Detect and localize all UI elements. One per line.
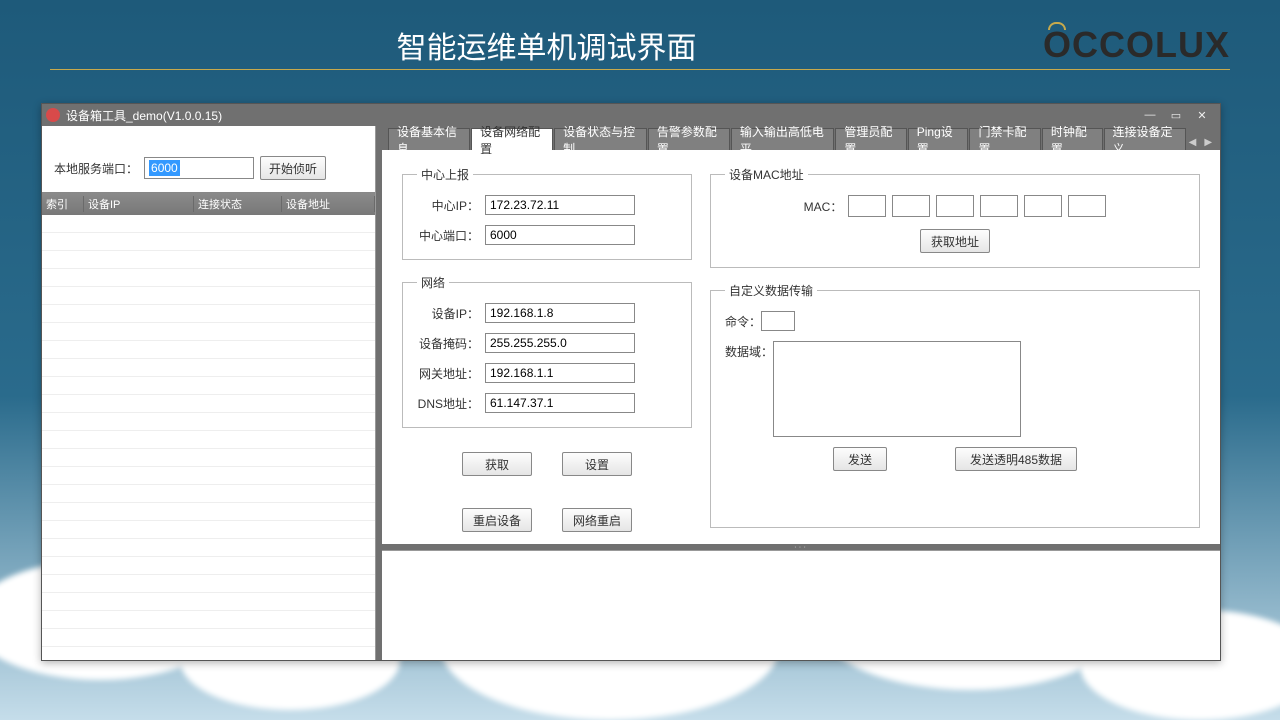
- gateway-label: 网关地址：: [417, 365, 485, 382]
- tab-ping-config[interactable]: Ping设置: [908, 128, 969, 150]
- mac-legend: 设备MAC地址: [725, 166, 808, 183]
- network-group: 网络 设备IP： 设备掩码： 网关地址：: [402, 274, 692, 428]
- mac-label: MAC：: [804, 198, 843, 215]
- tab-network-config[interactable]: 设备网络配置: [471, 128, 553, 150]
- port-label: 本地服务端口：: [54, 160, 138, 177]
- network-legend: 网络: [417, 274, 449, 291]
- titlebar[interactable]: 设备箱工具_demo(V1.0.0.15) — ▭ ✕: [42, 104, 1220, 126]
- app-icon: [46, 108, 60, 122]
- tab-connect-def[interactable]: 连接设备定义: [1104, 128, 1186, 150]
- tab-alarm-config[interactable]: 告警参数配置: [648, 128, 730, 150]
- reboot-network-button[interactable]: 网络重启: [562, 508, 632, 532]
- minimize-button[interactable]: —: [1142, 108, 1158, 122]
- mac-input-5[interactable]: [1024, 195, 1062, 217]
- tab-basic-info[interactable]: 设备基本信息: [388, 128, 470, 150]
- center-ip-input[interactable]: [485, 195, 635, 215]
- dns-label: DNS地址：: [417, 395, 485, 412]
- page-title: 智能运维单机调试界面: [50, 23, 1043, 67]
- tab-scroll-left-icon[interactable]: ◀: [1187, 135, 1199, 150]
- dns-input[interactable]: [485, 393, 635, 413]
- center-report-group: 中心上报 中心IP： 中心端口：: [402, 166, 692, 260]
- tab-clock-config[interactable]: 时钟配置: [1042, 128, 1103, 150]
- col-ip[interactable]: 设备IP: [84, 196, 194, 212]
- col-index[interactable]: 索引: [42, 196, 84, 212]
- device-ip-input[interactable]: [485, 303, 635, 323]
- grid-body[interactable]: [42, 215, 375, 655]
- custom-data-legend: 自定义数据传输: [725, 282, 817, 299]
- tab-status-control[interactable]: 设备状态与控制: [554, 128, 647, 150]
- mac-input-3[interactable]: [936, 195, 974, 217]
- center-ip-label: 中心IP：: [417, 197, 485, 214]
- send-button[interactable]: 发送: [833, 447, 887, 471]
- device-grid[interactable]: 索引 设备IP 连接状态 设备地址: [42, 192, 375, 655]
- horizontal-splitter[interactable]: [382, 544, 1220, 550]
- col-addr[interactable]: 设备地址: [282, 196, 375, 212]
- device-mask-label: 设备掩码：: [417, 335, 485, 352]
- get-mac-button[interactable]: 获取地址: [920, 229, 990, 253]
- send-485-button[interactable]: 发送透明485数据: [955, 447, 1077, 471]
- app-window: 设备箱工具_demo(V1.0.0.15) — ▭ ✕ 本地服务端口： 6000…: [41, 103, 1221, 661]
- device-ip-label: 设备IP：: [417, 305, 485, 322]
- close-button[interactable]: ✕: [1194, 108, 1210, 122]
- tab-door-card[interactable]: 门禁卡配置: [969, 128, 1040, 150]
- reboot-device-button[interactable]: 重启设备: [462, 508, 532, 532]
- get-button[interactable]: 获取: [462, 452, 532, 476]
- mac-input-2[interactable]: [892, 195, 930, 217]
- data-field-label: 数据域：: [725, 341, 773, 360]
- center-port-label: 中心端口：: [417, 227, 485, 244]
- gateway-input[interactable]: [485, 363, 635, 383]
- bottom-pane[interactable]: [382, 550, 1220, 660]
- cmd-label: 命令：: [725, 313, 761, 330]
- left-panel: 本地服务端口： 6000 开始侦听 索引 设备IP 连接状态 设备地址: [42, 126, 376, 660]
- center-report-legend: 中心上报: [417, 166, 473, 183]
- data-field-textarea[interactable]: [773, 341, 1021, 437]
- tab-io-level[interactable]: 输入输出高低电平: [731, 128, 834, 150]
- maximize-button[interactable]: ▭: [1168, 108, 1184, 122]
- set-button[interactable]: 设置: [562, 452, 632, 476]
- col-status[interactable]: 连接状态: [194, 196, 282, 212]
- mac-group: 设备MAC地址 MAC： 获取地址: [710, 166, 1200, 268]
- mac-input-6[interactable]: [1068, 195, 1106, 217]
- mac-input-4[interactable]: [980, 195, 1018, 217]
- mac-input-1[interactable]: [848, 195, 886, 217]
- port-input[interactable]: 6000: [144, 157, 254, 179]
- tab-scroll-right-icon[interactable]: ▶: [1202, 135, 1214, 150]
- cmd-input[interactable]: [761, 311, 795, 331]
- tab-strip: 设备基本信息 设备网络配置 设备状态与控制 告警参数配置 输入输出高低电平 管理…: [382, 126, 1220, 150]
- listen-button[interactable]: 开始侦听: [260, 156, 326, 180]
- brand-logo: OCCOLUX: [1043, 24, 1230, 66]
- device-mask-input[interactable]: [485, 333, 635, 353]
- custom-data-group: 自定义数据传输 命令： 数据域： 发送 发送透明485数据: [710, 282, 1200, 528]
- tab-admin-config[interactable]: 管理员配置: [835, 128, 906, 150]
- window-title: 设备箱工具_demo(V1.0.0.15): [66, 107, 1142, 124]
- center-port-input[interactable]: [485, 225, 635, 245]
- tab-content: 中心上报 中心IP： 中心端口： 网络 设备IP：: [382, 150, 1220, 544]
